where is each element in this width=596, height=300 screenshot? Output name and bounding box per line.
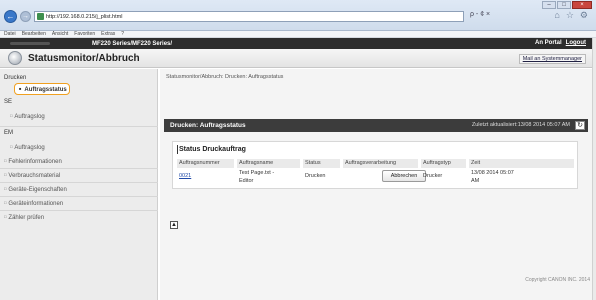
mail-admin-button[interactable]: Mail an Systemmanager	[518, 54, 586, 64]
back-icon[interactable]: ←	[4, 10, 17, 23]
sidebar-heading-se: SE	[4, 99, 13, 105]
portal-link[interactable]: An Portal	[535, 40, 562, 46]
sidebar-divider	[0, 210, 158, 211]
back-to-top-icon[interactable]: ▲	[170, 221, 178, 229]
maximize-button[interactable]: □	[557, 1, 571, 9]
page-header: MF220 Series/MF220 Series/ An Portal Log…	[0, 38, 592, 49]
sidebar-item-verbrauchsmaterial[interactable]: Verbrauchsmaterial	[4, 172, 162, 179]
address-bar[interactable]: http://192.168.0.215/j_plist.html	[34, 11, 464, 22]
home-icon[interactable]: ⌂	[554, 10, 559, 21]
forward-icon[interactable]: →	[20, 11, 31, 22]
menu-favoriten[interactable]: Favoriten	[74, 31, 95, 37]
section-bar: Drucken: Auftragsstatus Zuletzt aktualis…	[164, 119, 588, 132]
sidebar-item-geraeteinformationen[interactable]: Geräteinformationen	[4, 200, 162, 207]
print-job-panel: Status Druckauftrag Auftragsnummer Auftr…	[172, 141, 578, 189]
job-number-link[interactable]: 0021	[179, 173, 191, 179]
menu-datei[interactable]: Datei	[4, 31, 16, 37]
chrome-icons: ⌂ ☆ ⚙	[554, 10, 588, 21]
job-time-line1: 13/08 2014 05:07	[471, 170, 514, 176]
sidebar-heading-em: EM	[4, 130, 13, 136]
address-text: http://192.168.0.215/j_plist.html	[46, 13, 123, 20]
menu-extras[interactable]: Extras	[101, 31, 115, 37]
window-controls: – □ ×	[542, 1, 592, 9]
main-content: Statusmonitor/Abbruch: Drucken: Auftrags…	[160, 69, 592, 300]
job-status: Drucken	[305, 173, 326, 179]
menu-ansicht[interactable]: Ansicht	[52, 31, 68, 37]
canon-logo	[10, 42, 50, 45]
browser-chrome: – □ × ← → http://192.168.0.215/j_plist.h…	[0, 0, 596, 31]
browser-menubar: Datei Bearbeiten Ansicht Favoriten Extra…	[0, 31, 596, 38]
sidebar-item-geraete-eigenschaften[interactable]: Geräte-Eigenschaften	[4, 186, 162, 193]
sidebar-item-auftragsstatus[interactable]: Auftragsstatus	[14, 83, 70, 95]
panel-title-marker	[177, 145, 178, 154]
sidebar-divider	[0, 182, 158, 183]
sidebar: Drucken Auftragsstatus SE Auftragslog EM…	[0, 69, 158, 300]
column-header-auftragsverarbeitung: Auftragsverarbeitung	[343, 159, 419, 168]
job-type: Drucker	[423, 173, 443, 179]
job-time-line2: AM	[471, 178, 480, 184]
copyright: Copyright CANON INC. 2014	[525, 277, 590, 283]
column-header-auftragstyp: Auftragstyp	[421, 159, 467, 168]
sub-header: Statusmonitor/Abbruch Mail an Systemmana…	[0, 49, 592, 68]
column-header-auftragsnummer: Auftragsnummer	[177, 159, 235, 168]
status-monitor-icon	[8, 51, 22, 65]
last-updated: Zuletzt aktualisiert:13/08 2014 05:07 AM	[471, 122, 570, 128]
favorites-star-icon[interactable]: ☆	[566, 10, 574, 21]
breadcrumb: Statusmonitor/Abbruch: Drucken: Auftrags…	[166, 74, 284, 80]
menu-help[interactable]: ?	[121, 31, 124, 37]
nav-buttons: ← →	[4, 10, 31, 23]
column-header-status: Status	[303, 159, 341, 168]
close-window-button[interactable]: ×	[572, 1, 592, 9]
refresh-icon[interactable]: ↻	[575, 121, 585, 130]
column-header-auftragsname: Auftragsname	[237, 159, 301, 168]
minimize-button[interactable]: –	[542, 1, 556, 9]
sidebar-item-zaehler-pruefen[interactable]: Zähler prüfen	[4, 214, 162, 221]
menu-bearbeiten[interactable]: Bearbeiten	[22, 31, 46, 37]
sidebar-item-auftragslog-em[interactable]: Auftragslog	[10, 144, 168, 151]
gear-icon[interactable]: ⚙	[580, 10, 588, 21]
page-title: Statusmonitor/Abbruch	[28, 52, 140, 64]
sidebar-item-auftragslog-se[interactable]: Auftragslog	[10, 113, 168, 120]
address-tools[interactable]: ρ - ¢ ×	[470, 11, 490, 18]
abort-button[interactable]: Abbrechen	[382, 170, 426, 182]
section-title: Drucken: Auftragsstatus	[170, 122, 246, 129]
sidebar-item-fehlerinformationen[interactable]: Fehlerinformationen	[4, 158, 162, 165]
device-model: MF220 Series/MF220 Series/	[92, 40, 173, 47]
logout-link[interactable]: Logout	[566, 40, 586, 46]
page-icon	[37, 13, 44, 20]
job-name-line1: Test Page.txt -	[239, 170, 275, 176]
job-name-line2: Editor	[239, 178, 254, 184]
sidebar-divider	[0, 126, 158, 127]
sidebar-divider	[0, 168, 158, 169]
sidebar-heading-drucken: Drucken	[4, 75, 27, 81]
panel-title: Status Druckauftrag	[179, 146, 246, 153]
sidebar-divider	[0, 196, 158, 197]
vertical-scrollbar[interactable]	[592, 38, 596, 300]
column-header-zeit: Zeit	[469, 159, 575, 168]
